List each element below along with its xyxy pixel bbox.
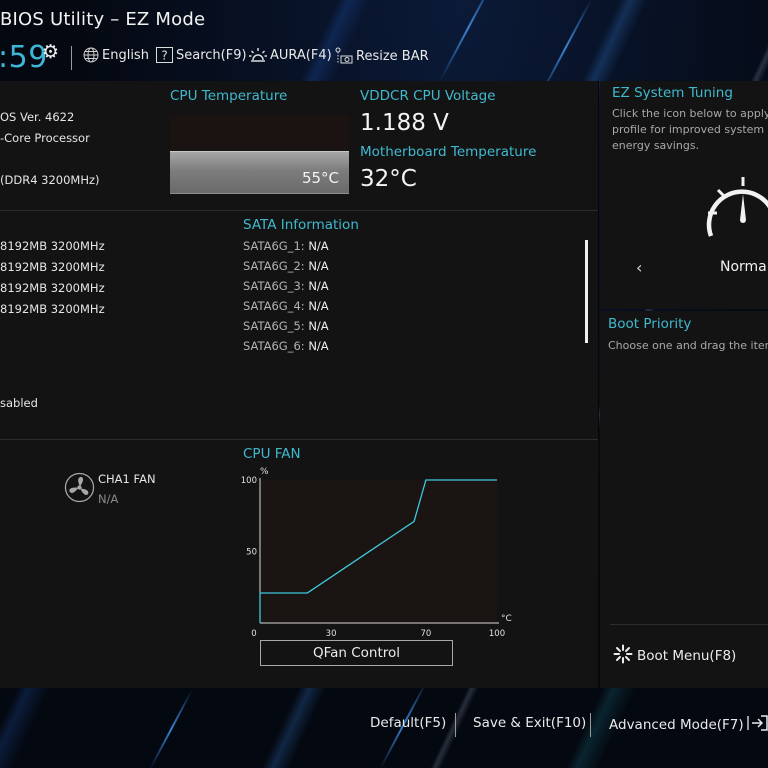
boot-menu-button[interactable]: Boot Menu(F8) <box>613 644 736 668</box>
aura-icon <box>249 47 267 63</box>
status-text: sabled <box>0 396 38 410</box>
resize-bar-label: Resize BAR <box>356 48 429 64</box>
sata-port: SATA6G_4: N/A <box>243 299 329 313</box>
y-axis-label: % <box>260 467 269 477</box>
qfan-control-button[interactable]: QFan Control <box>260 640 453 666</box>
boot-divider <box>610 624 768 625</box>
language-button[interactable]: English <box>83 47 149 63</box>
ez-tuning-desc: Click the icon below to apply a <box>612 107 768 120</box>
cpu-temperature-fill: 55°C <box>170 150 349 194</box>
sata-scrollbar[interactable] <box>585 240 588 343</box>
cpu-temperature-value: 55°C <box>301 169 339 187</box>
sata-port: SATA6G_2: N/A <box>243 259 329 273</box>
dram-slot: 8192MB 3200MHz <box>0 302 105 316</box>
plot-area <box>260 480 497 623</box>
bios-version: OS Ver. 4622 <box>0 110 75 124</box>
section-divider <box>0 439 598 440</box>
footer-divider <box>590 713 591 737</box>
default-button[interactable]: Default(F5) <box>370 715 446 731</box>
x-axis-label: °C <box>501 614 512 624</box>
app-title: BIOS Utility – EZ Mode <box>0 9 206 30</box>
boot-priority-desc: Choose one and drag the item <box>608 339 768 352</box>
boot-priority-title: Boot Priority <box>608 316 692 332</box>
x-tick-label: 70 <box>420 629 431 639</box>
section-divider <box>0 210 598 211</box>
advanced-mode-button[interactable]: Advanced Mode(F7) <box>609 715 768 735</box>
search-button[interactable]: ? Search(F9) <box>156 47 247 63</box>
resize-bar-icon <box>335 47 353 65</box>
header-divider <box>71 46 72 70</box>
x-tick-label: 0 <box>251 629 256 639</box>
advanced-mode-label: Advanced Mode(F7) <box>609 717 744 733</box>
mb-temperature-value: 32°C <box>360 166 417 192</box>
aura-button[interactable]: AURA(F4) <box>249 47 332 63</box>
search-label: Search(F9) <box>176 47 247 63</box>
cpu-temperature-title: CPU Temperature <box>170 88 288 104</box>
footer-divider <box>455 713 456 737</box>
mb-temperature-title: Motherboard Temperature <box>360 144 537 160</box>
resize-bar-button[interactable]: Resize BAR <box>335 47 429 65</box>
ez-tuning-desc: energy savings. <box>612 139 700 152</box>
question-icon: ? <box>156 47 173 63</box>
x-tick-label: 100 <box>489 629 505 639</box>
sata-port: SATA6G_1: N/A <box>243 239 329 253</box>
svg-text:?: ? <box>161 49 167 63</box>
globe-icon <box>83 47 99 63</box>
language-label: English <box>102 47 149 63</box>
settings-gear-icon[interactable]: ⚙ <box>42 41 59 63</box>
processor-name: -Core Processor <box>0 131 90 145</box>
light-streak <box>149 689 194 768</box>
cpu-temperature-gauge: 55°C <box>170 115 349 194</box>
sata-port: SATA6G_3: N/A <box>243 279 329 293</box>
voltage-title: VDDCR CPU Voltage <box>360 88 496 104</box>
sata-port: SATA6G_6: N/A <box>243 339 329 353</box>
fan-icon <box>64 472 95 507</box>
sata-port: SATA6G_5: N/A <box>243 319 329 333</box>
chevron-left-icon[interactable]: ‹ <box>636 258 642 277</box>
ez-tuning-desc: profile for improved system p <box>612 123 768 136</box>
x-tick-label: 30 <box>326 629 337 639</box>
sata-title: SATA Information <box>243 217 359 233</box>
clock: :59 <box>0 40 48 75</box>
boot-menu-label: Boot Menu(F8) <box>637 648 737 664</box>
ez-tuning-title: EZ System Tuning <box>612 85 733 101</box>
cpu-fan-chart[interactable]: % °C 0 30 70 100 100 50 <box>235 460 525 640</box>
y-tick-label: 100 <box>241 476 257 486</box>
boot-menu-icon <box>613 644 633 668</box>
tuning-mode-label: Normal <box>720 259 768 275</box>
boot-priority-panel <box>600 311 768 688</box>
dram-slot: 8192MB 3200MHz <box>0 260 105 274</box>
cha1-fan-value: N/A <box>98 492 119 506</box>
cha1-fan-name: CHA1 FAN <box>98 472 156 486</box>
dram-slot: 8192MB 3200MHz <box>0 239 105 253</box>
panel-divider <box>598 81 599 688</box>
y-tick-label: 50 <box>246 548 257 558</box>
voltage-value: 1.188 V <box>360 110 449 136</box>
save-exit-button[interactable]: Save & Exit(F10) <box>473 715 586 731</box>
speedometer-icon[interactable] <box>705 172 768 244</box>
exit-arrow-icon <box>747 715 768 735</box>
memory-info: (DDR4 3200MHz) <box>0 173 100 187</box>
dram-slot: 8192MB 3200MHz <box>0 281 105 295</box>
light-streak <box>439 0 498 82</box>
aura-label: AURA(F4) <box>270 47 332 63</box>
